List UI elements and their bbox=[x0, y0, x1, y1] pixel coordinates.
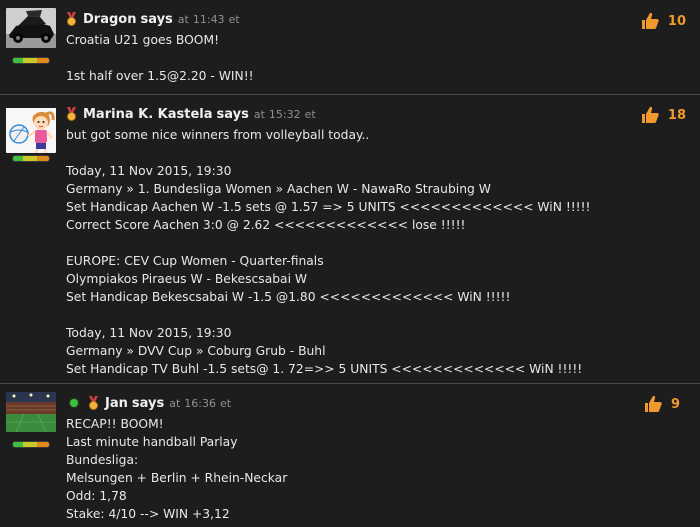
comment-line: Set Handicap Aachen W -1.5 sets @ 1.57 =… bbox=[66, 200, 591, 214]
comment-line bbox=[66, 234, 630, 252]
comment-line: but got some nice winners from volleybal… bbox=[66, 128, 370, 142]
comment-header: Dragon says at 11:43 et bbox=[66, 10, 630, 28]
thumbs-up-icon bbox=[641, 106, 659, 123]
author-name[interactable]: Jan bbox=[105, 396, 128, 411]
reputation-bar bbox=[12, 155, 50, 162]
avatar[interactable] bbox=[6, 8, 56, 48]
comment-line: Today, 11 Nov 2015, 19:30 bbox=[66, 326, 232, 340]
comment-header: Jan says at 16:36 et bbox=[66, 394, 630, 412]
comment-line: Germany » DVV Cup » Coburg Grub - Buhl bbox=[66, 344, 326, 358]
comment-item: Jan says at 16:36 et RECAP!! BOOM! Last m… bbox=[0, 384, 700, 527]
comment-content: Dragon says at 11:43 et Croatia U21 goes… bbox=[66, 10, 630, 85]
thumbs-up-icon bbox=[641, 12, 659, 30]
comment-line: Odd: 1,78 bbox=[66, 489, 127, 503]
like-button[interactable]: 10 bbox=[640, 11, 686, 31]
timezone: et bbox=[219, 396, 232, 410]
avatar-container bbox=[6, 8, 56, 64]
avatar[interactable] bbox=[6, 103, 56, 153]
comment-line: RECAP!! BOOM! bbox=[66, 417, 164, 431]
comment-item: Marina K. Kastela says at 15:32 et but g… bbox=[0, 95, 700, 384]
comment-line bbox=[66, 144, 630, 162]
comment-line: Olympiakos Piraeus W - Bekescsabai W bbox=[66, 272, 308, 286]
comment-line: 1st half over 1.5@2.20 - WIN!! bbox=[66, 69, 254, 83]
avatar-container bbox=[6, 103, 56, 162]
comment-line bbox=[66, 49, 630, 67]
avatar[interactable] bbox=[6, 392, 56, 432]
medal-icon bbox=[67, 12, 76, 26]
timestamp: 15:32 bbox=[268, 107, 301, 121]
reputation-bar bbox=[12, 57, 50, 64]
timestamp: 16:36 bbox=[184, 396, 216, 410]
author-name[interactable]: Dragon bbox=[83, 12, 136, 27]
comment-header: Marina K. Kastela says at 15:32 et bbox=[66, 105, 630, 123]
comment-line: Set Handicap TV Buhl -1.5 sets@ 1. 72=>>… bbox=[66, 362, 583, 376]
at-label: at bbox=[253, 107, 265, 121]
like-button[interactable]: 18 bbox=[640, 105, 686, 125]
thumbs-up-icon bbox=[644, 395, 662, 412]
says-label: says bbox=[131, 395, 165, 411]
comment-line: Last minute handball Parlay bbox=[66, 435, 238, 449]
comment-line: Correct Score Aachen 3:0 @ 2.62 <<<<<<<<… bbox=[66, 218, 466, 232]
comment-body: RECAP!! BOOM! Last minute handball Parlay… bbox=[66, 415, 630, 523]
at-label: at bbox=[169, 396, 181, 410]
comment-line: Germany » 1. Bundesliga Women » Aachen W… bbox=[66, 182, 491, 196]
comment-content: Jan says at 16:36 et RECAP!! BOOM! Last m… bbox=[66, 394, 630, 523]
timezone: et bbox=[228, 12, 240, 26]
like-count: 9 bbox=[670, 396, 680, 412]
like-count: 10 bbox=[667, 13, 686, 29]
says-label: says bbox=[140, 11, 173, 27]
like-button[interactable]: 9 bbox=[643, 394, 680, 414]
author-name[interactable]: Marina K. Kastela bbox=[83, 107, 213, 122]
comment-line: EUROPE: CEV Cup Women - Quarter-finals bbox=[66, 254, 324, 268]
comment-line: Melsungen + Berlin + Rhein-Neckar bbox=[66, 471, 288, 485]
medal-icon bbox=[67, 107, 76, 121]
like-count: 18 bbox=[667, 107, 686, 123]
comment-line: Stake: 4/10 --> WIN +3,12 bbox=[66, 507, 230, 521]
comment-item: Dragon says at 11:43 et Croatia U21 goes… bbox=[0, 0, 700, 95]
medal-icon bbox=[89, 396, 98, 410]
comment-line: Croatia U21 goes BOOM! bbox=[66, 33, 219, 47]
avatar-container bbox=[6, 392, 56, 448]
comment-line: Bundesliga: bbox=[66, 453, 139, 467]
comment-content: Marina K. Kastela says at 15:32 et but g… bbox=[66, 105, 630, 378]
comment-line: Today, 11 Nov 2015, 19:30 bbox=[66, 164, 232, 178]
timezone: et bbox=[304, 107, 316, 121]
comment-body: Croatia U21 goes BOOM! 1st half over 1.5… bbox=[66, 31, 630, 85]
comment-line bbox=[66, 306, 630, 324]
reputation-bar bbox=[12, 441, 50, 448]
timestamp: 11:43 bbox=[192, 12, 225, 26]
comment-body: but got some nice winners from volleybal… bbox=[66, 126, 630, 378]
online-status-dot bbox=[70, 399, 78, 407]
comment-line: Set Handicap Bekescsabai W -1.5 @1.80 <<… bbox=[66, 290, 511, 304]
says-label: says bbox=[216, 106, 249, 122]
at-label: at bbox=[177, 12, 189, 26]
